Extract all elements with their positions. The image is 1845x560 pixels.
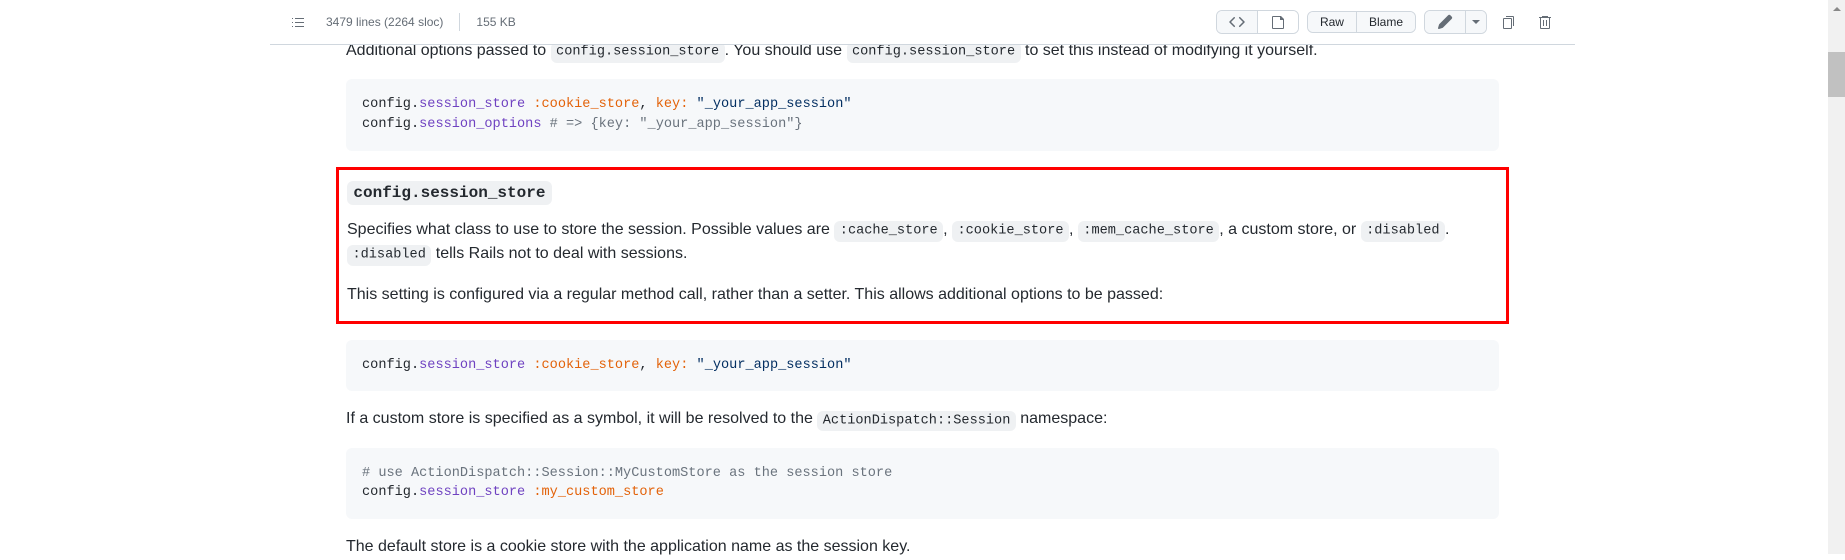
copy-button[interactable] <box>1495 8 1523 36</box>
scrollbar-thumb[interactable] <box>1828 52 1845 97</box>
code-token: config <box>362 358 411 373</box>
raw-blame-group: Raw Blame <box>1307 11 1416 33</box>
heading-code: config.session_store <box>347 181 552 205</box>
text: , <box>1069 221 1078 238</box>
code-token: config <box>362 117 411 132</box>
inline-code: :cookie_store <box>952 221 1069 241</box>
inline-code: config.session_store <box>551 42 725 62</box>
edit-group <box>1424 10 1487 34</box>
text: Specifies what class to use to store the… <box>347 221 834 238</box>
code-token: :cookie_store <box>525 358 639 373</box>
file-actions: Raw Blame <box>1216 8 1559 36</box>
inline-code: config.session_store <box>847 42 1021 62</box>
code-token: . <box>411 97 419 112</box>
inline-code: :disabled <box>1361 221 1445 241</box>
code-token: key: <box>656 358 697 373</box>
copy-icon <box>1501 14 1517 30</box>
divider <box>459 13 460 31</box>
description-paragraph-2: This setting is configured via a regular… <box>347 283 1498 307</box>
inline-code: :cache_store <box>834 221 943 241</box>
code-token: , <box>639 358 655 373</box>
view-mode-group <box>1216 10 1299 34</box>
code-token: config <box>362 97 411 112</box>
code-token: "_your_app_session" <box>697 97 852 112</box>
code-token: session_options <box>419 117 541 132</box>
edit-dropdown-button[interactable] <box>1466 11 1486 33</box>
file-header: 3479 lines (2264 sloc) 155 KB Raw Blame <box>270 0 1575 45</box>
rendered-view-button[interactable] <box>1258 11 1298 33</box>
text: , <box>943 221 952 238</box>
code-token: session_store <box>419 97 525 112</box>
code-token: session_store <box>419 485 525 500</box>
size-info: 155 KB <box>476 15 515 29</box>
highlighted-section: config.session_store Specifies what clas… <box>336 167 1509 324</box>
blame-button[interactable]: Blame <box>1357 12 1415 32</box>
inline-code: ActionDispatch::Session <box>817 411 1016 431</box>
source-view-button[interactable] <box>1217 11 1258 33</box>
raw-button[interactable]: Raw <box>1308 12 1357 32</box>
text: , a custom store, or <box>1219 221 1360 238</box>
text: . <box>1445 221 1449 238</box>
caret-down-icon <box>1472 14 1480 30</box>
namespace-paragraph: If a custom store is specified as a symb… <box>346 407 1499 431</box>
edit-button[interactable] <box>1425 11 1466 33</box>
delete-button[interactable] <box>1531 8 1559 36</box>
inline-code: :disabled <box>347 245 431 265</box>
code-token: key: <box>656 97 697 112</box>
code-token: . <box>411 117 419 132</box>
text: namespace: <box>1016 410 1108 427</box>
code-token: session_store <box>419 358 525 373</box>
code-block-1: config.session_store :cookie_store, key:… <box>346 79 1499 150</box>
trash-icon <box>1537 14 1553 30</box>
code-token: # => {key: "_your_app_session"} <box>542 117 803 132</box>
code-token: # use ActionDispatch::Session::MyCustomS… <box>362 466 892 481</box>
toc-icon[interactable] <box>286 10 310 34</box>
inline-code: :mem_cache_store <box>1078 221 1219 241</box>
lines-info: 3479 lines (2264 sloc) <box>326 15 443 29</box>
code-token: , <box>639 97 655 112</box>
section-heading: config.session_store <box>347 184 1498 202</box>
scrollbar[interactable] <box>1828 0 1845 554</box>
chevron-up-icon <box>1832 4 1842 14</box>
text: tells Rails not to deal with sessions. <box>431 245 687 262</box>
file-info: 3479 lines (2264 sloc) 155 KB <box>286 10 516 34</box>
code-block-2: config.session_store :cookie_store, key:… <box>346 340 1499 392</box>
code-token: . <box>411 485 419 500</box>
code-token: :my_custom_store <box>525 485 664 500</box>
content-area: Additional options passed to config.sess… <box>270 39 1575 559</box>
code-token: :cookie_store <box>525 97 639 112</box>
description-paragraph-1: Specifies what class to use to store the… <box>347 218 1498 267</box>
scrollbar-up-button[interactable] <box>1828 0 1845 17</box>
code-token: . <box>411 358 419 373</box>
text: If a custom store is specified as a symb… <box>346 410 817 427</box>
code-block-3: # use ActionDispatch::Session::MyCustomS… <box>346 448 1499 519</box>
default-store-paragraph: The default store is a cookie store with… <box>346 535 1499 559</box>
code-token: config <box>362 485 411 500</box>
code-token: "_your_app_session" <box>697 358 852 373</box>
